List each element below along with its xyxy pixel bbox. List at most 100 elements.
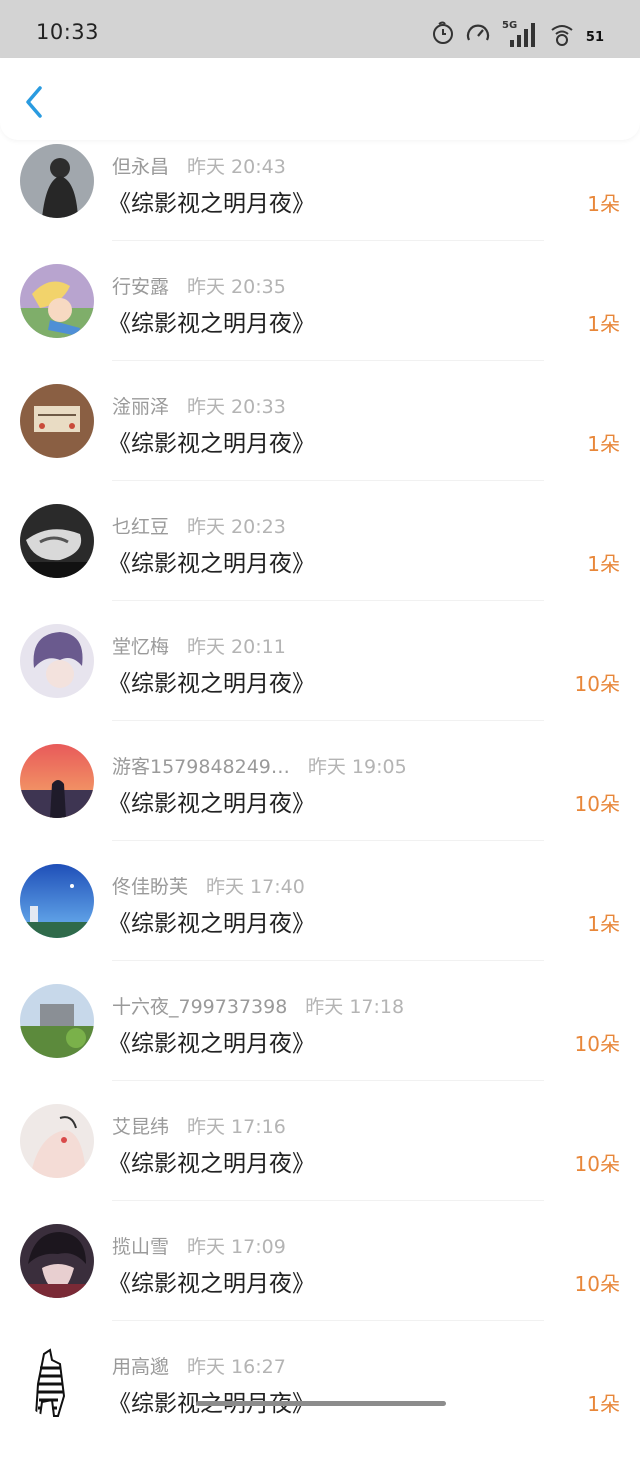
- book-title: 《综影视之明月夜》: [108, 1264, 315, 1298]
- divider: [112, 720, 544, 721]
- gift-time: 昨天 16:27: [187, 1356, 286, 1378]
- avatar[interactable]: [20, 744, 94, 818]
- sender-name: 十六夜_799737398: [112, 996, 287, 1018]
- sender-name: 行安露: [112, 276, 169, 298]
- avatar[interactable]: [20, 864, 94, 938]
- gift-amount: 10朵: [575, 668, 620, 697]
- gift-amount: 1朵: [587, 1388, 620, 1417]
- divider: [112, 480, 544, 481]
- chevron-left-icon: [20, 82, 52, 122]
- divider: [112, 840, 544, 841]
- gift-amount: 1朵: [587, 428, 620, 457]
- list-item[interactable]: 游客1579848249… 昨天 19:05 《综影视之明月夜》 10朵: [0, 740, 640, 860]
- gift-time: 昨天 20:33: [187, 396, 286, 418]
- gift-amount: 1朵: [587, 908, 620, 937]
- sender-info: 用高邈昨天 16:27: [112, 1352, 286, 1379]
- divider: [112, 1080, 544, 1081]
- gift-amount: 1朵: [587, 308, 620, 337]
- divider: [112, 600, 544, 601]
- book-title: 《综影视之明月夜》: [108, 304, 315, 338]
- avatar[interactable]: [20, 984, 94, 1058]
- book-title: 《综影视之明月夜》: [108, 1144, 315, 1178]
- list-item[interactable]: 艾昆纬昨天 17:16 《综影视之明月夜》 10朵: [0, 1100, 640, 1220]
- sender-name: 淦丽泽: [112, 396, 169, 418]
- gift-time: 昨天 20:35: [187, 276, 286, 298]
- book-title: 《综影视之明月夜》: [108, 1024, 315, 1058]
- sender-name: 佟佳盼芙: [112, 876, 188, 898]
- sender-info: 艾昆纬昨天 17:16: [112, 1112, 286, 1139]
- sender-name: 用高邈: [112, 1356, 169, 1378]
- gift-amount: 1朵: [587, 188, 620, 217]
- 5g-signal-icon: 5G: [502, 18, 538, 52]
- sender-info: 堂忆梅昨天 20:11: [112, 632, 286, 659]
- alarm-clock-icon: [432, 21, 454, 49]
- sender-info: 佟佳盼芙昨天 17:40: [112, 872, 305, 899]
- book-title: 《综影视之明月夜》: [108, 664, 315, 698]
- avatar[interactable]: [20, 1224, 94, 1298]
- network-label: 5G: [502, 20, 517, 31]
- book-title: 《综影视之明月夜》: [108, 544, 315, 578]
- sender-info: 乜红豆昨天 20:23: [112, 512, 286, 539]
- sender-info: 行安露昨天 20:35: [112, 272, 286, 299]
- list-item[interactable]: 堂忆梅昨天 20:11 《综影视之明月夜》 10朵: [0, 620, 640, 740]
- book-title: 《综影视之明月夜》: [108, 424, 315, 458]
- divider: [112, 360, 544, 361]
- sender-info: 但永昌昨天 20:43: [112, 152, 286, 179]
- divider: [112, 240, 544, 241]
- list-item[interactable]: 揽山雪昨天 17:09 《综影视之明月夜》 10朵: [0, 1220, 640, 1340]
- gift-time: 昨天 17:40: [206, 876, 305, 898]
- list-item[interactable]: 佟佳盼芙昨天 17:40 《综影视之明月夜》 1朵: [0, 860, 640, 980]
- list-item[interactable]: 但永昌昨天 20:43 《综影视之明月夜》 1朵: [0, 140, 640, 260]
- gift-amount: 10朵: [575, 1148, 620, 1177]
- book-title: 《综影视之明月夜》: [108, 784, 315, 818]
- sender-name: 但永昌: [112, 156, 169, 178]
- avatar[interactable]: [20, 384, 94, 458]
- divider: [112, 960, 544, 961]
- sender-name: 游客1579848249…: [112, 756, 290, 778]
- avatar[interactable]: [20, 504, 94, 578]
- sender-info: 淦丽泽昨天 20:33: [112, 392, 286, 419]
- gift-time: 昨天 20:43: [187, 156, 286, 178]
- status-icons: 5G 51: [432, 18, 604, 52]
- sender-info: 揽山雪昨天 17:09: [112, 1232, 286, 1259]
- battery-level: 51: [586, 30, 604, 45]
- wifi-icon: [550, 20, 574, 50]
- avatar[interactable]: [20, 624, 94, 698]
- speedometer-icon: [466, 22, 490, 48]
- gift-amount: 10朵: [575, 1268, 620, 1297]
- sender-name: 揽山雪: [112, 1236, 169, 1258]
- sender-info: 十六夜_799737398昨天 17:18: [112, 992, 404, 1019]
- status-bar: 10:33 5G: [0, 0, 640, 60]
- divider: [112, 1320, 544, 1321]
- back-button[interactable]: [20, 82, 52, 122]
- avatar[interactable]: [20, 1104, 94, 1178]
- book-title: 《综影视之明月夜》: [108, 184, 315, 218]
- list-item[interactable]: 淦丽泽昨天 20:33 《综影视之明月夜》 1朵: [0, 380, 640, 500]
- gift-time: 昨天 17:16: [187, 1116, 286, 1138]
- status-time: 10:33: [36, 20, 99, 44]
- avatar[interactable]: [20, 264, 94, 338]
- gift-amount: 1朵: [587, 548, 620, 577]
- sender-info: 游客1579848249… 昨天 19:05: [112, 752, 407, 779]
- avatar[interactable]: [20, 1344, 94, 1418]
- gift-time: 昨天 20:23: [187, 516, 286, 538]
- home-indicator[interactable]: [196, 1401, 446, 1406]
- gift-amount: 10朵: [575, 1028, 620, 1057]
- gift-amount: 10朵: [575, 788, 620, 817]
- book-title: 《综影视之明月夜》: [108, 904, 315, 938]
- gift-time: 昨天 17:09: [187, 1236, 286, 1258]
- gift-time: 昨天 19:05: [308, 756, 407, 778]
- list-item[interactable]: 用高邈昨天 16:27 《综影视之明月夜》 1朵: [0, 1340, 640, 1460]
- list-item[interactable]: 十六夜_799737398昨天 17:18 《综影视之明月夜》 10朵: [0, 980, 640, 1100]
- list-item[interactable]: 行安露昨天 20:35 《综影视之明月夜》 1朵: [0, 260, 640, 380]
- avatar[interactable]: [20, 144, 94, 218]
- sender-name: 乜红豆: [112, 516, 169, 538]
- gift-record-list: 但永昌昨天 20:43 《综影视之明月夜》 1朵 行安露昨天 20:35 《综影…: [0, 140, 640, 1460]
- sender-name: 艾昆纬: [112, 1116, 169, 1138]
- divider: [112, 1200, 544, 1201]
- gift-time: 昨天 20:11: [187, 636, 286, 658]
- sender-name: 堂忆梅: [112, 636, 169, 658]
- nav-bar: [0, 58, 640, 140]
- list-item[interactable]: 乜红豆昨天 20:23 《综影视之明月夜》 1朵: [0, 500, 640, 620]
- battery-icon: 51: [586, 26, 604, 45]
